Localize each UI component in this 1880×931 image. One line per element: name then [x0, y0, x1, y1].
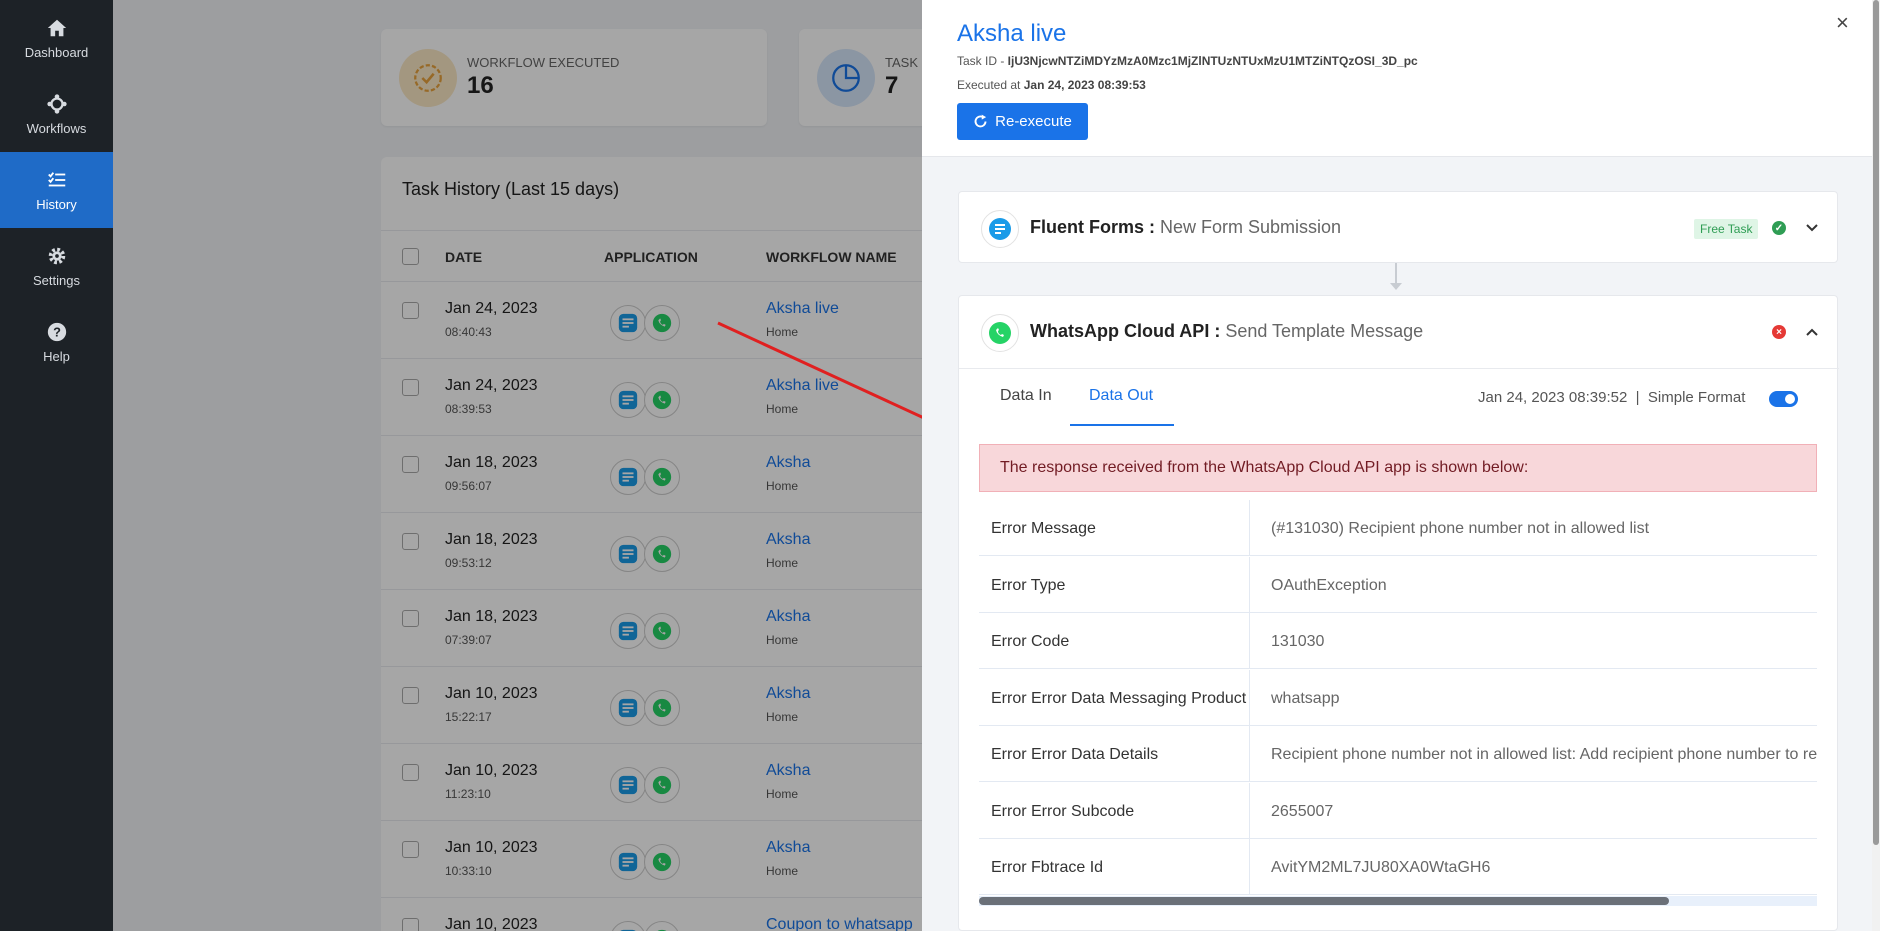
- field-key: Error Fbtrace Id: [991, 859, 1104, 876]
- response-field-row: Error Fbtrace Id AvitYM2ML7JU80XA0WtaGH6: [979, 839, 1817, 895]
- column-divider: [1249, 669, 1250, 725]
- column-divider: [1249, 613, 1250, 668]
- column-divider: [1249, 556, 1250, 612]
- field-value: whatsapp: [1271, 689, 1340, 707]
- field-value: OAuthException: [1271, 576, 1387, 594]
- column-divider: [1249, 500, 1250, 555]
- free-task-badge: Free Task: [1694, 219, 1759, 239]
- app-name: WhatsApp Cloud API: [1030, 321, 1210, 341]
- trigger-step-name: Fluent Forms : New Form Submission: [1030, 217, 1341, 238]
- separator: :: [1144, 217, 1161, 237]
- re-execute-button[interactable]: Re-execute: [957, 103, 1088, 140]
- trigger-step-card[interactable]: Fluent Forms : New Form Submission Free …: [958, 191, 1838, 263]
- response-field-row: Error Error Subcode 2655007: [979, 782, 1817, 839]
- meta-divider: |: [1635, 389, 1640, 406]
- column-divider: [1249, 782, 1250, 838]
- field-key: Error Type: [991, 576, 1066, 594]
- executed-at: Executed at Jan 24, 2023 08:39:53: [957, 78, 1146, 92]
- field-value: Recipient phone number not in allowed li…: [1271, 746, 1817, 763]
- executed-label: Executed at: [957, 78, 1024, 92]
- tab-data-out[interactable]: Data Out: [1089, 387, 1153, 405]
- tab-data-in[interactable]: Data In: [1000, 387, 1052, 405]
- error-x-icon: ×: [1772, 325, 1786, 339]
- response-field-row: Error Type OAuthException: [979, 556, 1817, 613]
- response-timestamp: Jan 24, 2023 08:39:52: [1478, 389, 1628, 406]
- task-id-label: Task ID -: [957, 54, 1008, 68]
- field-key: Error Error Data Messaging Product: [991, 689, 1247, 707]
- event-name: Send Template Message: [1225, 321, 1424, 341]
- column-divider: [1249, 726, 1250, 781]
- data-tabs: Data In Data Out Jan 24, 2023 08:39:52 |…: [959, 368, 1839, 428]
- field-key: Error Code: [991, 633, 1070, 650]
- whatsapp-icon: [981, 314, 1019, 352]
- simple-format-label: Simple Format: [1647, 389, 1746, 406]
- event-name: New Form Submission: [1160, 217, 1342, 237]
- field-key: Error Error Subcode: [991, 802, 1135, 820]
- response-field-row: Error Error Data Details Recipient phone …: [979, 726, 1817, 782]
- action-step-name: WhatsApp Cloud API : Send Template Messa…: [1030, 321, 1423, 342]
- close-icon[interactable]: ×: [1836, 10, 1849, 36]
- response-alert: The response received from the WhatsApp …: [979, 444, 1817, 492]
- field-key: Error Error Data Details: [991, 746, 1159, 763]
- separator: :: [1209, 321, 1226, 341]
- simple-format-toggle[interactable]: [1769, 391, 1798, 407]
- drawer-title: Aksha live: [957, 20, 1067, 47]
- field-value: (#131030) Recipient phone number not in …: [1271, 520, 1650, 537]
- response-field-row: Error Code 131030: [979, 613, 1817, 669]
- task-id-value: IjU3NjcwNTZiMDYzMzA0Mzc1MjZlNTUzNTUxMzU1…: [1007, 54, 1418, 68]
- response-field-row: Error Error Data Messaging Product whatsa…: [979, 669, 1817, 726]
- scrollbar-thumb[interactable]: [979, 897, 1669, 905]
- task-id: Task ID - IjU3NjcwNTZiMDYzMzA0Mzc1MjZlNT…: [957, 54, 1418, 68]
- connector-arrow-icon: [1390, 283, 1402, 290]
- chevron-up-icon[interactable]: [1805, 325, 1819, 339]
- field-key: Error Message: [991, 520, 1096, 537]
- fluent-forms-icon: [981, 210, 1019, 248]
- response-field-row: Error Message (#131030) Recipient phone n…: [979, 500, 1817, 556]
- refresh-icon: [974, 114, 987, 128]
- drawer-header: Aksha live Task ID - IjU3NjcwNTZiMDYzMzA…: [922, 0, 1872, 157]
- horizontal-scrollbar[interactable]: [979, 896, 1817, 906]
- success-check-icon: ✓: [1772, 221, 1786, 235]
- task-detail-drawer: Aksha live Task ID - IjU3NjcwNTZiMDYzMzA…: [922, 0, 1872, 931]
- vertical-scrollbar[interactable]: [1872, 0, 1880, 931]
- column-divider: [1249, 839, 1250, 894]
- tab-meta: Jan 24, 2023 08:39:52 | Simple Format: [1478, 389, 1745, 406]
- chevron-down-icon[interactable]: [1805, 221, 1819, 235]
- field-value: AvitYM2ML7JU80XA0WtaGH6: [1271, 859, 1491, 876]
- executed-value: Jan 24, 2023 08:39:53: [1023, 78, 1146, 92]
- scrollbar-thumb[interactable]: [1873, 0, 1879, 845]
- action-step-card: WhatsApp Cloud API : Send Template Messa…: [958, 295, 1839, 931]
- app-name: Fluent Forms: [1030, 217, 1145, 237]
- field-value: 2655007: [1271, 802, 1334, 820]
- re-execute-label: Re-execute: [995, 113, 1072, 130]
- active-tab-indicator: [1070, 424, 1174, 426]
- field-value: 131030: [1271, 633, 1325, 650]
